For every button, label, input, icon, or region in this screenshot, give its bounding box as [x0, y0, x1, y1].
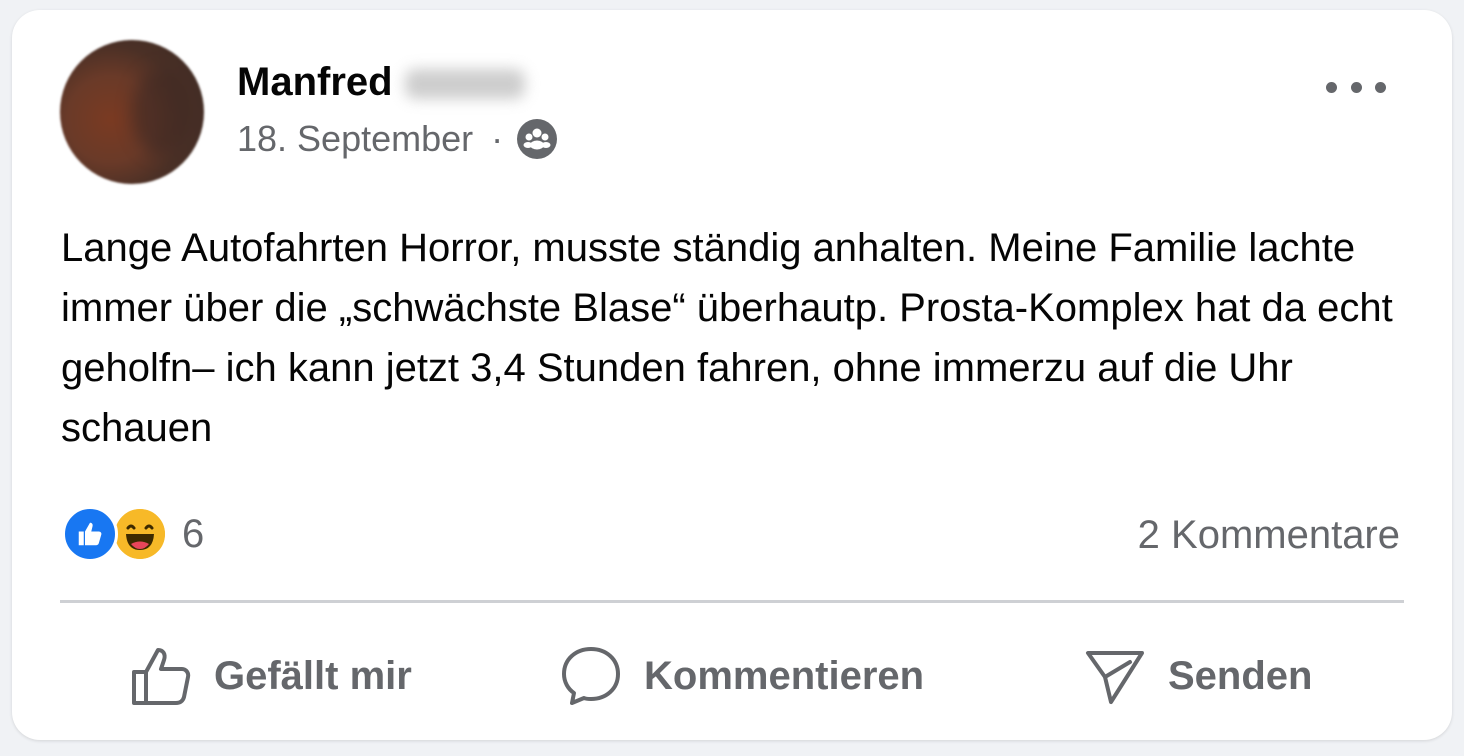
haha-reaction-icon [112, 506, 168, 562]
comment-label: Kommentieren [644, 653, 925, 698]
post-text: Lange Autofahrten Horror, musste ständig… [61, 226, 1393, 450]
send-label: Senden [1168, 653, 1313, 698]
author-last-name-blurred [404, 69, 525, 100]
like-label: Gefällt mir [214, 653, 412, 698]
send-icon [1086, 651, 1144, 704]
author-first-name[interactable]: Manfred [237, 60, 393, 104]
comments-count[interactable]: 2 Kommentare [1138, 513, 1400, 558]
like-reaction-icon [62, 506, 118, 562]
more-options-icon[interactable] [1326, 72, 1386, 102]
reaction-count[interactable]: 6 [182, 512, 204, 557]
post-card: Manfred 18. September · Lange Autofahrte… [12, 10, 1452, 740]
reactions-summary[interactable]: 6 [62, 506, 204, 562]
post-meta: 18. September · [237, 118, 558, 160]
thumbs-up-icon [132, 648, 191, 705]
comment-bubble-icon [562, 647, 620, 705]
like-button[interactable]: Gefällt mir [130, 645, 412, 707]
divider [60, 600, 1404, 603]
avatar[interactable] [60, 40, 204, 184]
meta-separator: · [491, 118, 504, 159]
send-button[interactable]: Senden [1084, 645, 1312, 707]
author-name[interactable]: Manfred [237, 60, 525, 105]
post-date[interactable]: 18. September [237, 118, 473, 160]
comment-button[interactable]: Kommentieren [560, 645, 924, 707]
group-icon[interactable] [517, 119, 558, 159]
